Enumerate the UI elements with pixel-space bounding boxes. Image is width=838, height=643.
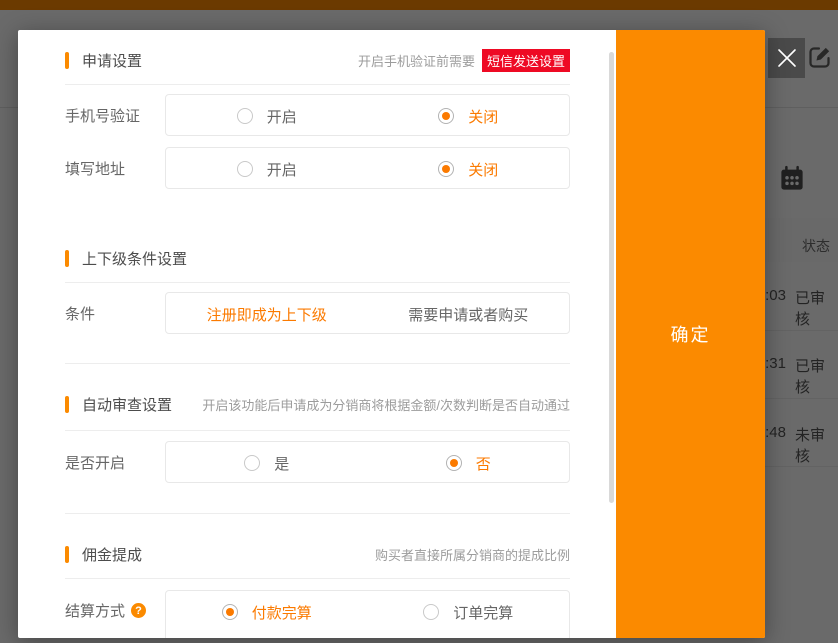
close-button[interactable] xyxy=(768,38,805,78)
section-title: 佣金提成 xyxy=(82,544,142,565)
close-icon xyxy=(776,47,798,69)
radio-icon[interactable] xyxy=(237,108,253,124)
field-options-box: 付款完算 订单完算 xyxy=(165,590,570,638)
field-options-box: 开启 关闭 xyxy=(165,94,570,136)
option-pay-settle-selected[interactable]: 付款完算 xyxy=(166,591,368,633)
option-apply-or-buy[interactable]: 需要申请或者购买 xyxy=(368,293,570,335)
radio-selected-icon[interactable] xyxy=(446,455,462,471)
option-no-selected[interactable]: 否 xyxy=(368,442,570,484)
field-row-auto-enable: 是否开启 是 否 xyxy=(65,441,570,483)
option-on[interactable]: 开启 xyxy=(166,148,368,190)
radio-selected-icon[interactable] xyxy=(438,161,454,177)
modal-scrollbar[interactable] xyxy=(609,52,614,503)
section-apply-settings: 申请设置 开启手机验证前需要 短信发送设置 xyxy=(65,50,570,70)
option-yes[interactable]: 是 xyxy=(166,442,368,484)
option-off-selected[interactable]: 关闭 xyxy=(368,148,570,190)
section-marker xyxy=(65,396,69,413)
section-separator xyxy=(65,513,570,514)
section-note: 购买者直接所属分销商的提成比例 xyxy=(375,545,570,564)
field-label: 是否开启 xyxy=(65,452,165,473)
note-text: 开启该功能后申请成为分销商将根据金额/次数判断是否自动通过 xyxy=(202,395,570,414)
radio-selected-icon[interactable] xyxy=(222,604,238,620)
screen: 状态 :03 已审核 :31 已审核 :48 未审核 申请设置 开启手机验证前需… xyxy=(0,0,838,643)
field-label: 条件 xyxy=(65,303,165,324)
option-off-selected[interactable]: 关闭 xyxy=(368,95,570,137)
section-title: 自动审查设置 xyxy=(82,394,172,415)
field-options-box: 注册即成为上下级 需要申请或者购买 xyxy=(165,292,570,334)
section-note: 开启该功能后申请成为分销商将根据金额/次数判断是否自动通过 xyxy=(202,395,570,414)
field-row-address: 填写地址 开启 关闭 xyxy=(65,147,570,189)
field-row-settlement: 结算方式 ? 付款完算 订单完算 xyxy=(65,590,570,638)
option-register-selected[interactable]: 注册即成为上下级 xyxy=(166,293,368,335)
section-marker xyxy=(65,250,69,267)
divider xyxy=(65,282,570,283)
note-text: 购买者直接所属分销商的提成比例 xyxy=(375,545,570,564)
settings-modal: 申请设置 开启手机验证前需要 短信发送设置 手机号验证 开启 关闭 填写地址 xyxy=(18,30,765,638)
field-options-box: 开启 关闭 xyxy=(165,147,570,189)
divider xyxy=(65,84,570,85)
option-order-settle[interactable]: 订单完算 xyxy=(368,591,570,633)
confirm-button[interactable]: 确定 xyxy=(616,30,765,638)
section-commission: 佣金提成 购买者直接所属分销商的提成比例 xyxy=(65,544,570,564)
section-note: 开启手机验证前需要 短信发送设置 xyxy=(358,49,570,72)
confirm-label: 确定 xyxy=(671,321,711,347)
option-on[interactable]: 开启 xyxy=(166,95,368,137)
section-auto-review: 自动审查设置 开启该功能后申请成为分销商将根据金额/次数判断是否自动通过 xyxy=(65,394,570,414)
radio-icon[interactable] xyxy=(237,161,253,177)
help-icon[interactable]: ? xyxy=(131,603,146,618)
field-label: 手机号验证 xyxy=(65,105,165,126)
field-row-condition: 条件 注册即成为上下级 需要申请或者购买 xyxy=(65,292,570,334)
note-text: 开启手机验证前需要 xyxy=(358,51,475,70)
divider xyxy=(65,430,570,431)
field-options-box: 是 否 xyxy=(165,441,570,483)
radio-icon[interactable] xyxy=(423,604,439,620)
radio-icon[interactable] xyxy=(244,455,260,471)
section-relation-settings: 上下级条件设置 xyxy=(65,248,570,268)
section-marker xyxy=(65,546,69,563)
section-marker xyxy=(65,52,69,69)
radio-selected-icon[interactable] xyxy=(438,108,454,124)
field-row-phone-verify: 手机号验证 开启 关闭 xyxy=(65,94,570,136)
section-title: 上下级条件设置 xyxy=(82,248,187,269)
field-label: 结算方式 xyxy=(65,600,125,621)
section-separator xyxy=(65,363,570,364)
section-title: 申请设置 xyxy=(82,50,142,71)
field-label: 填写地址 xyxy=(65,158,165,179)
divider xyxy=(65,578,570,579)
sms-settings-link[interactable]: 短信发送设置 xyxy=(482,49,570,72)
